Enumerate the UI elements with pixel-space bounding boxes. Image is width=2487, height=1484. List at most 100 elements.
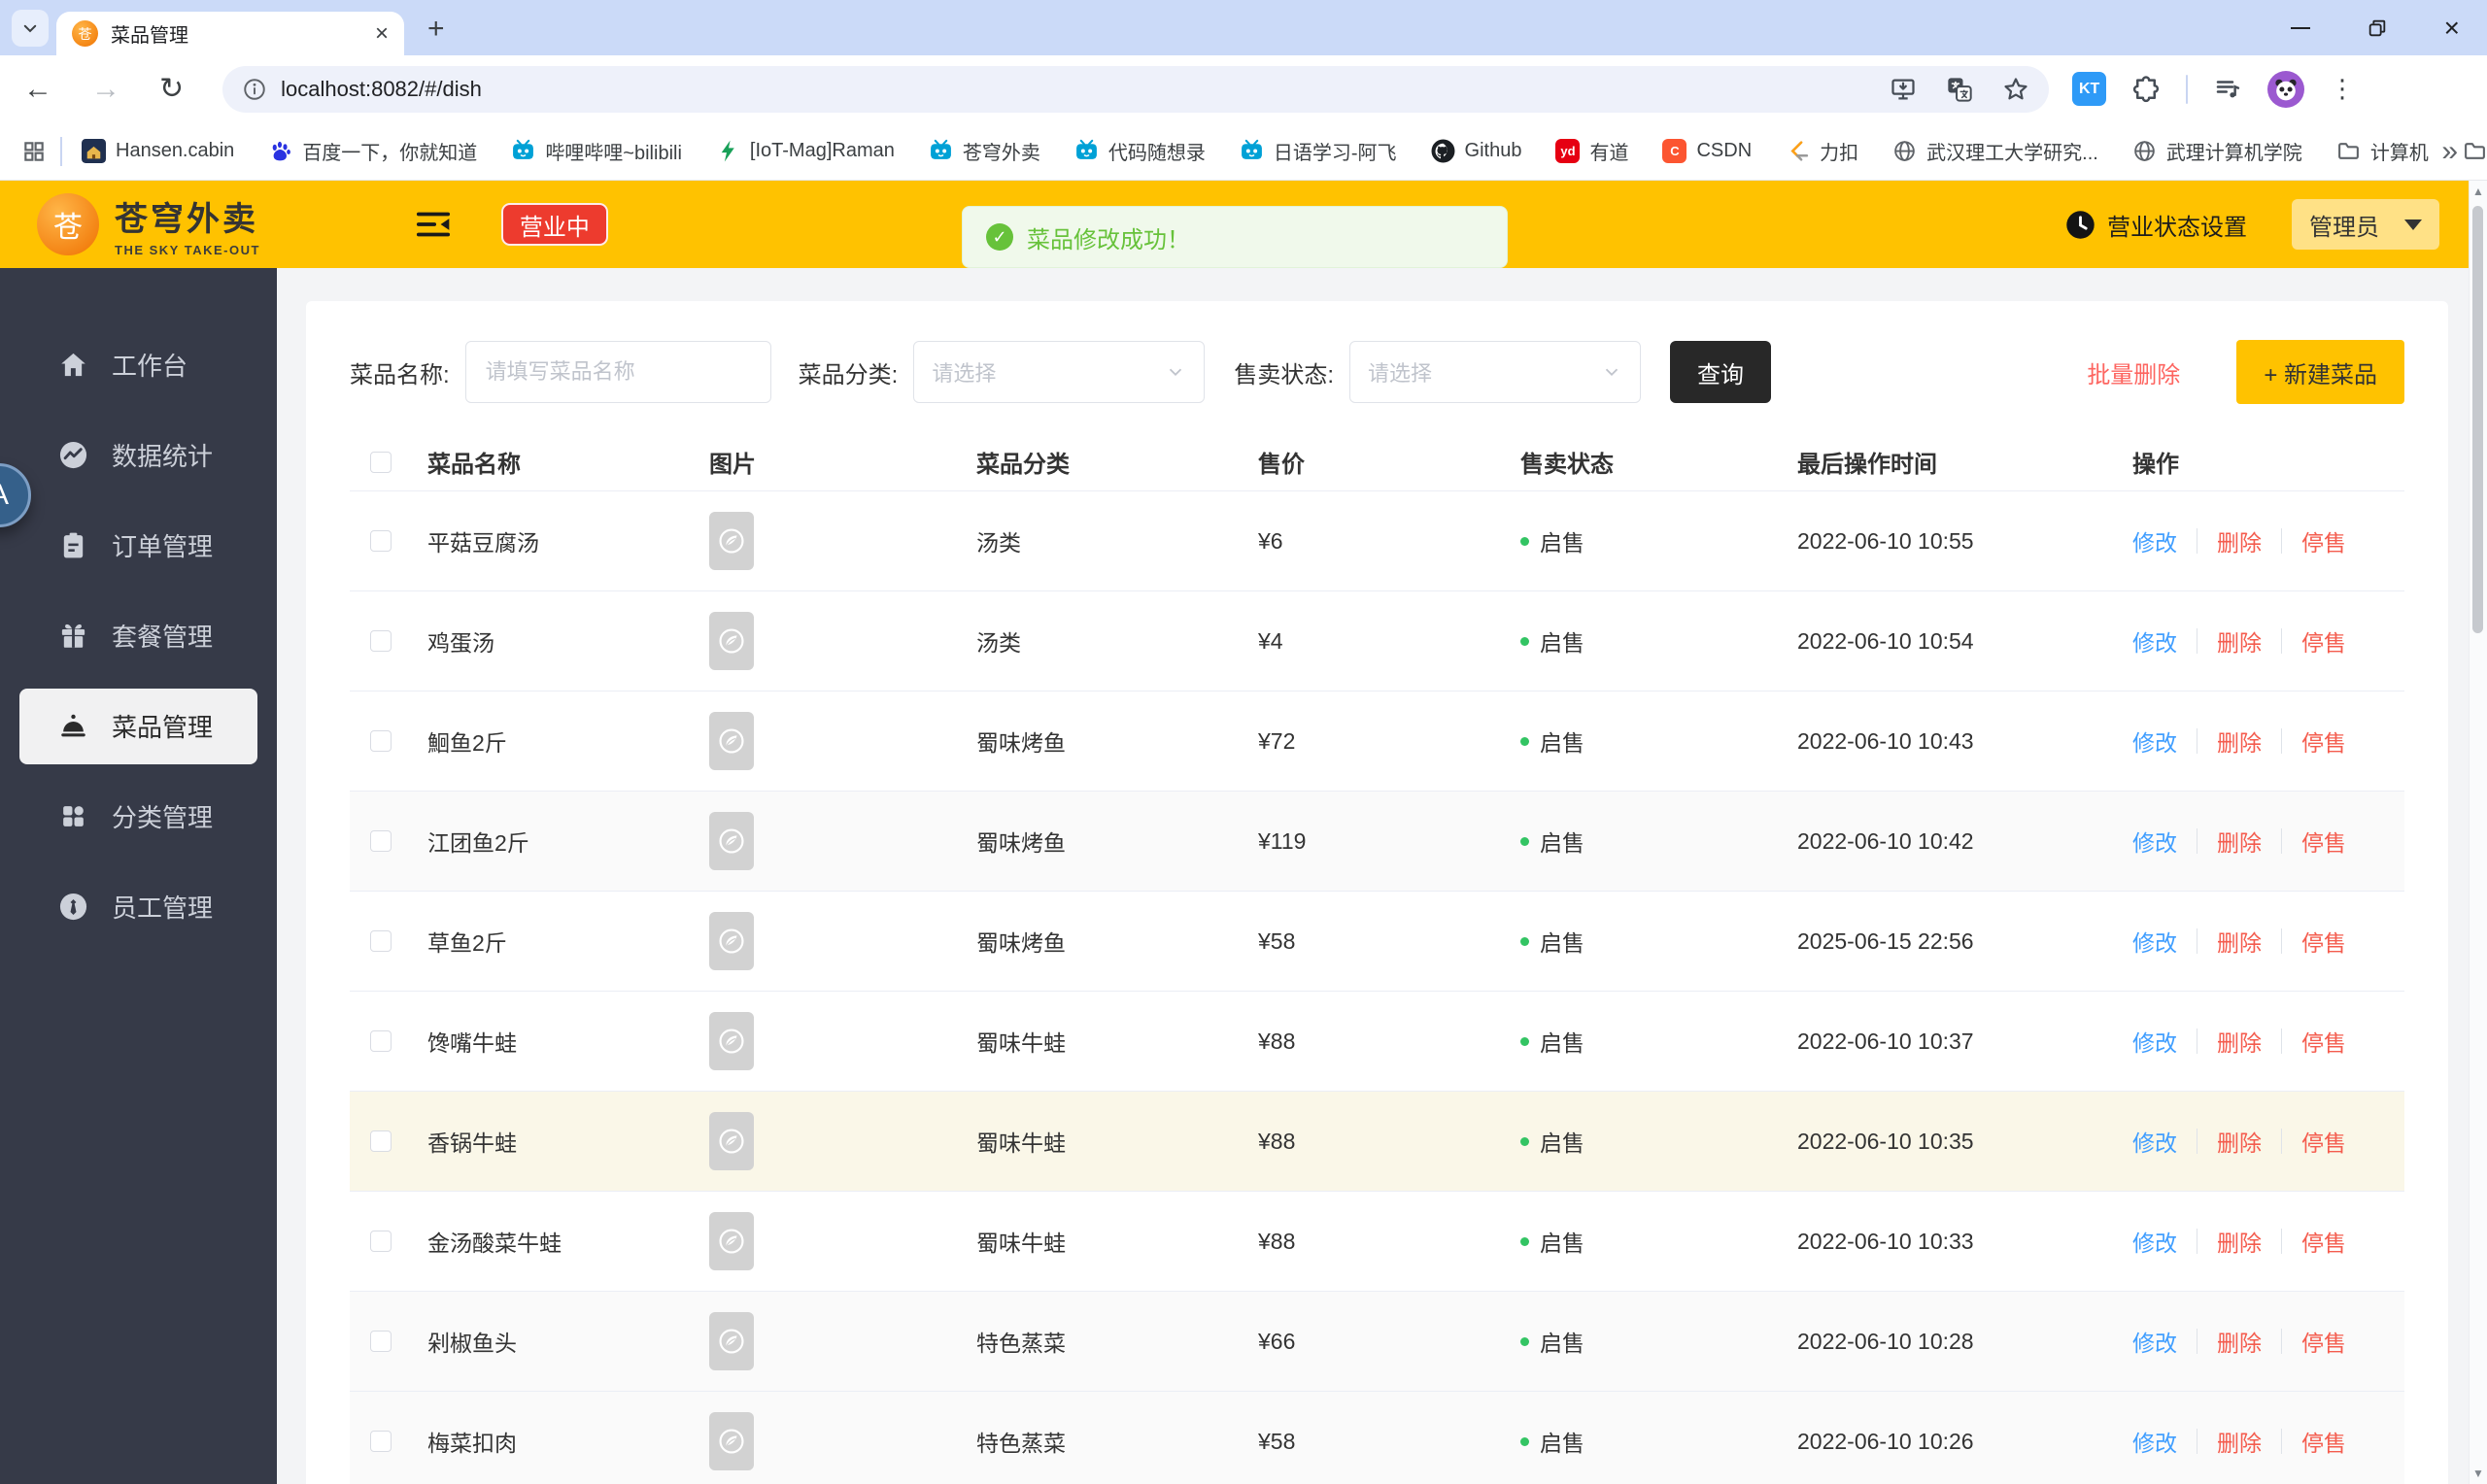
bookmarks-overflow-icon[interactable]: » — [2441, 135, 2458, 168]
bookmark-item[interactable]: 力扣 — [1786, 137, 1858, 165]
edit-link[interactable]: 修改 — [2132, 925, 2177, 958]
delete-link[interactable]: 删除 — [2217, 524, 2262, 557]
bookmark-item[interactable]: 读研 — [2463, 137, 2487, 165]
profile-avatar[interactable] — [2267, 70, 2305, 108]
translate-icon[interactable] — [1946, 76, 1973, 103]
bookmark-item[interactable]: yd 有道 — [1555, 137, 1628, 165]
bookmark-item[interactable]: 计算机 — [2336, 137, 2429, 165]
browser-menu-icon[interactable]: ⋮ — [2330, 74, 2355, 104]
edit-link[interactable]: 修改 — [2132, 1225, 2177, 1258]
delete-link[interactable]: 删除 — [2217, 925, 2262, 958]
site-info-icon[interactable] — [242, 77, 267, 102]
active-tab[interactable]: 苍 菜品管理 × — [56, 12, 404, 55]
tab-close-icon[interactable]: × — [375, 21, 389, 46]
scroll-up-icon[interactable]: ▲ — [2470, 185, 2487, 198]
delete-link[interactable]: 删除 — [2217, 825, 2262, 858]
sidebar-item-5[interactable]: 分类管理 — [0, 771, 277, 861]
stop-sale-link[interactable]: 停售 — [2301, 925, 2346, 958]
dish-name-input[interactable] — [464, 341, 771, 403]
new-tab-button[interactable]: + — [427, 13, 445, 46]
bookmark-item[interactable]: Hansen.cabin — [82, 139, 234, 163]
bookmark-item[interactable]: 哔哩哔哩~bilibili — [511, 137, 682, 165]
row-checkbox[interactable] — [370, 930, 392, 952]
stop-sale-link[interactable]: 停售 — [2301, 1025, 2346, 1058]
install-app-icon[interactable] — [1890, 76, 1917, 103]
stop-sale-link[interactable]: 停售 — [2301, 524, 2346, 557]
tab-search-chevron-icon[interactable] — [12, 10, 49, 47]
extensions-puzzle-icon[interactable] — [2131, 75, 2161, 104]
reload-icon[interactable]: ↻ — [159, 72, 184, 106]
delete-link[interactable]: 删除 — [2217, 725, 2262, 758]
edit-link[interactable]: 修改 — [2132, 1425, 2177, 1458]
minimize-icon[interactable] — [2290, 26, 2310, 29]
bookmark-item[interactable]: 百度一下，你就知道 — [268, 137, 477, 165]
sidebar-item-4[interactable]: 菜品管理 — [0, 681, 277, 771]
bookmark-item[interactable]: 代码随想录 — [1074, 137, 1206, 165]
edit-link[interactable]: 修改 — [2132, 825, 2177, 858]
row-checkbox[interactable] — [370, 630, 392, 652]
batch-delete-link[interactable]: 批量删除 — [2087, 355, 2180, 389]
delete-link[interactable]: 删除 — [2217, 1125, 2262, 1158]
bookmark-star-icon[interactable] — [2002, 76, 2029, 103]
row-checkbox[interactable] — [370, 1331, 392, 1352]
scrollbar-thumb[interactable] — [2472, 206, 2483, 633]
media-playlist-icon[interactable] — [2213, 75, 2242, 104]
row-checkbox[interactable] — [370, 530, 392, 552]
delete-link[interactable]: 删除 — [2217, 1025, 2262, 1058]
stop-sale-link[interactable]: 停售 — [2301, 1325, 2346, 1358]
sidebar-item-1[interactable]: 数据统计 — [0, 410, 277, 500]
bookmark-item[interactable]: 武汉理工大学研究... — [1892, 137, 2098, 165]
sidebar-item-3[interactable]: 套餐管理 — [0, 590, 277, 681]
sidebar-item-0[interactable]: 工作台 — [0, 320, 277, 410]
url-text[interactable]: localhost:8082/#/dish — [281, 77, 482, 102]
sidebar-item-2[interactable]: 订单管理 — [0, 500, 277, 590]
stop-sale-link[interactable]: 停售 — [2301, 624, 2346, 658]
row-checkbox[interactable] — [370, 1431, 392, 1452]
delete-link[interactable]: 删除 — [2217, 624, 2262, 658]
page-scrollbar[interactable]: ▲ ▼ — [2469, 181, 2487, 1484]
delete-link[interactable]: 删除 — [2217, 1425, 2262, 1458]
sidebar-item-6[interactable]: 员工管理 — [0, 861, 277, 952]
edit-link[interactable]: 修改 — [2132, 524, 2177, 557]
bookmark-item[interactable]: [IoT-Mag]Raman — [716, 139, 895, 163]
restore-icon[interactable] — [2367, 17, 2388, 39]
edit-link[interactable]: 修改 — [2132, 624, 2177, 658]
scroll-down-icon[interactable]: ▼ — [2470, 1467, 2487, 1480]
dish-category-select[interactable]: 请选择 — [913, 341, 1206, 403]
stop-sale-link[interactable]: 停售 — [2301, 1225, 2346, 1258]
apps-grid-icon[interactable] — [21, 139, 47, 164]
edit-link[interactable]: 修改 — [2132, 1125, 2177, 1158]
row-checkbox[interactable] — [370, 1030, 392, 1052]
admin-menu-button[interactable]: 管理员 — [2292, 199, 2439, 250]
close-icon[interactable]: × — [2444, 14, 2460, 42]
edit-link[interactable]: 修改 — [2132, 1025, 2177, 1058]
bookmark-item[interactable]: 日语学习-阿飞 — [1240, 137, 1397, 165]
business-status-setting[interactable]: 营业状态设置 — [2065, 208, 2247, 242]
kt-extension-icon[interactable]: KT — [2072, 72, 2107, 106]
delete-link[interactable]: 删除 — [2217, 1325, 2262, 1358]
select-all-checkbox[interactable] — [370, 451, 392, 473]
sell-status-select[interactable]: 请选择 — [1349, 341, 1642, 403]
stop-sale-link[interactable]: 停售 — [2301, 825, 2346, 858]
forward-icon[interactable]: → — [91, 73, 120, 106]
edit-link[interactable]: 修改 — [2132, 725, 2177, 758]
address-bar[interactable]: localhost:8082/#/dish — [222, 65, 2050, 113]
back-icon[interactable]: ← — [23, 73, 52, 106]
edit-link[interactable]: 修改 — [2132, 1325, 2177, 1358]
bookmark-item[interactable]: C CSDN — [1662, 139, 1752, 163]
add-dish-button[interactable]: + 新建菜品 — [2236, 340, 2404, 404]
bookmark-item[interactable]: 苍穹外卖 — [929, 137, 1040, 165]
sidebar-fold-icon[interactable] — [416, 211, 451, 238]
row-checkbox[interactable] — [370, 830, 392, 852]
delete-link[interactable]: 删除 — [2217, 1225, 2262, 1258]
stop-sale-link[interactable]: 停售 — [2301, 1125, 2346, 1158]
row-checkbox[interactable] — [370, 1130, 392, 1152]
bookmark-item[interactable]: 武理计算机学院 — [2132, 137, 2302, 165]
row-checkbox[interactable] — [370, 1231, 392, 1252]
row-checkbox[interactable] — [370, 730, 392, 752]
search-button[interactable]: 查询 — [1670, 341, 1772, 403]
dish-status: 启售 — [1505, 725, 1782, 758]
stop-sale-link[interactable]: 停售 — [2301, 1425, 2346, 1458]
stop-sale-link[interactable]: 停售 — [2301, 725, 2346, 758]
bookmark-item[interactable]: Github — [1431, 139, 1521, 163]
